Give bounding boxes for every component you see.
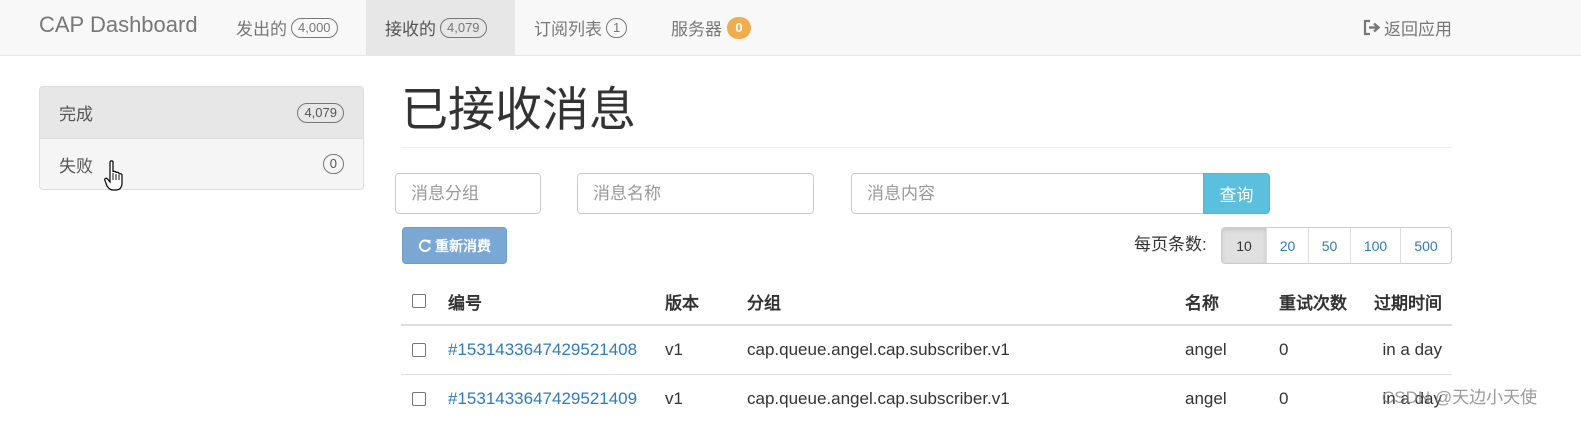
- message-id-link[interactable]: #1531433647429521408: [448, 326, 637, 374]
- nav-sent-label: 发出的: [236, 20, 287, 39]
- query-button[interactable]: 查询: [1203, 173, 1270, 214]
- nav-servers-label: 服务器: [671, 20, 722, 39]
- message-retries: 0: [1279, 340, 1289, 359]
- nav-sent[interactable]: 发出的 4,000: [217, 0, 357, 55]
- row-checkbox[interactable]: [412, 392, 426, 406]
- table-row: #1531433647429521409 v1 cap.queue.angel.…: [401, 375, 1452, 422]
- refresh-icon: [418, 239, 431, 252]
- title-divider: [401, 147, 1452, 148]
- message-version: v1: [665, 340, 683, 359]
- message-expires: in a day: [1382, 340, 1442, 359]
- messages-table: 编号 版本 分组 名称 重试次数 过期时间 #15314336474295214…: [401, 278, 1452, 422]
- column-header-retries: 重试次数: [1279, 293, 1347, 313]
- nav-servers[interactable]: 服务器 0: [652, 0, 770, 55]
- message-version: v1: [665, 389, 683, 408]
- nav-received-count: 4,079: [440, 17, 487, 38]
- message-id-link[interactable]: #1531433647429521409: [448, 375, 637, 422]
- column-header-group: 分组: [747, 293, 781, 313]
- brand-title[interactable]: CAP Dashboard: [39, 11, 198, 39]
- nav-received-label: 接收的: [385, 20, 436, 39]
- nav-subscriptions-count: 1: [606, 17, 628, 38]
- back-to-app-link[interactable]: 返回应用: [1362, 0, 1452, 55]
- select-all-checkbox-cell: [412, 278, 426, 324]
- table-header-row: 编号 版本 分组 名称 重试次数 过期时间: [401, 278, 1452, 326]
- message-group-input[interactable]: [395, 173, 541, 214]
- per-page-option-50[interactable]: 50: [1308, 228, 1350, 263]
- sidebar-item-label: 完成: [59, 105, 93, 124]
- message-name-input[interactable]: [577, 173, 814, 214]
- message-name: angel: [1185, 389, 1227, 408]
- column-header-name: 名称: [1185, 293, 1219, 313]
- status-sidebar: 完成 4,079 失败 0: [39, 86, 364, 190]
- message-content-input[interactable]: [851, 173, 1204, 214]
- sidebar-item-failed[interactable]: 失败 0: [40, 138, 363, 189]
- requeue-label: 重新消费: [435, 237, 491, 254]
- select-all-checkbox[interactable]: [412, 294, 426, 308]
- table-row: #1531433647429521408 v1 cap.queue.angel.…: [401, 326, 1452, 375]
- nav-received[interactable]: 接收的 4,079: [366, 0, 515, 55]
- sidebar-item-label: 失败: [59, 156, 93, 176]
- requeue-button[interactable]: 重新消费: [402, 227, 507, 264]
- nav-sent-count: 4,000: [291, 17, 338, 38]
- column-header-expires: 过期时间: [1374, 293, 1442, 313]
- message-group: cap.queue.angel.cap.subscriber.v1: [747, 389, 1010, 408]
- nav-subscriptions[interactable]: 订阅列表 1: [515, 0, 646, 55]
- top-navbar: CAP Dashboard 发出的 4,000 接收的 4,079 订阅列表 1…: [0, 0, 1581, 56]
- watermark: CSDN @天边小天使: [1382, 388, 1538, 407]
- per-page-option-500[interactable]: 500: [1400, 228, 1451, 263]
- column-header-id: 编号: [448, 293, 482, 313]
- per-page-label: 每页条数:: [1134, 235, 1207, 254]
- message-name: angel: [1185, 340, 1227, 359]
- per-page-option-10[interactable]: 10: [1222, 228, 1266, 263]
- per-page-option-20[interactable]: 20: [1266, 228, 1308, 263]
- per-page-selector: 10 20 50 100 500: [1221, 227, 1452, 264]
- per-page-option-100[interactable]: 100: [1350, 228, 1400, 263]
- message-group: cap.queue.angel.cap.subscriber.v1: [747, 340, 1010, 359]
- nav-subscriptions-label: 订阅列表: [534, 20, 602, 39]
- sidebar-item-count: 0: [322, 154, 344, 174]
- message-retries: 0: [1279, 389, 1289, 408]
- back-to-app-label: 返回应用: [1384, 20, 1452, 39]
- row-checkbox[interactable]: [412, 343, 426, 357]
- hand-pointer-icon: [104, 160, 123, 191]
- sidebar-item-count: 4,079: [297, 102, 344, 123]
- row-checkbox-cell: [412, 375, 426, 422]
- sign-out-icon: [1363, 19, 1381, 36]
- page-title: 已接收消息: [401, 83, 636, 136]
- sidebar-item-succeeded[interactable]: 完成 4,079: [40, 87, 363, 138]
- row-checkbox-cell: [412, 326, 426, 374]
- nav-servers-count: 0: [727, 16, 751, 39]
- column-header-version: 版本: [665, 293, 699, 313]
